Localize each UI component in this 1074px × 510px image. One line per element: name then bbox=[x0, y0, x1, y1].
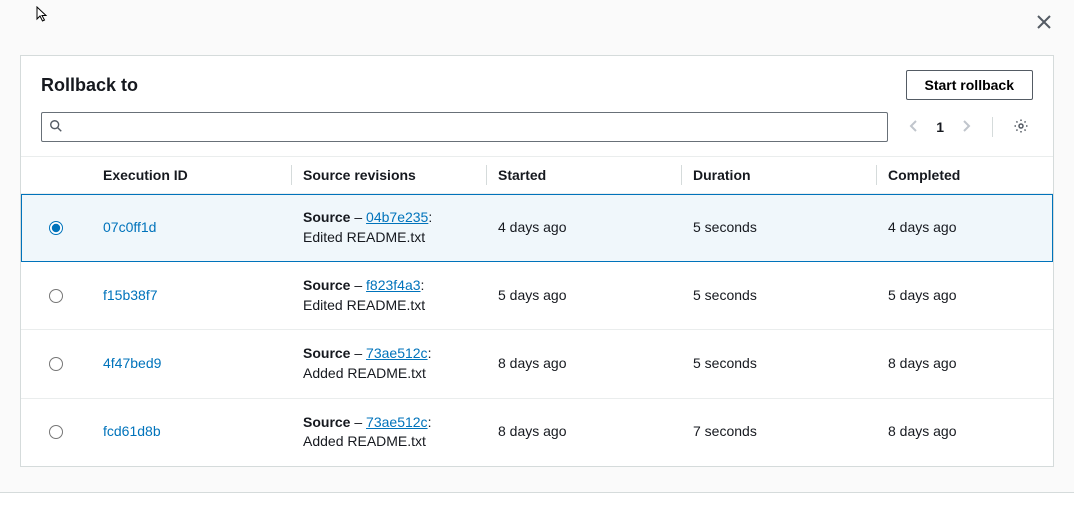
duration-cell: 5 seconds bbox=[681, 272, 876, 320]
page-number: 1 bbox=[936, 119, 944, 135]
completed-cell: 8 days ago bbox=[876, 340, 1053, 388]
table-row[interactable]: fcd61d8b Source – 73ae512c: Added README… bbox=[21, 399, 1053, 466]
col-duration[interactable]: Duration bbox=[681, 157, 876, 193]
gear-icon bbox=[1013, 118, 1029, 134]
col-completed[interactable]: Completed bbox=[876, 157, 1053, 193]
revision-link[interactable]: 04b7e235 bbox=[366, 209, 428, 225]
revision-link[interactable]: 73ae512c bbox=[366, 414, 428, 430]
rollback-panel: Rollback to Start rollback 1 bbox=[20, 55, 1054, 467]
execution-id-link[interactable]: 4f47bed9 bbox=[103, 355, 161, 371]
executions-table: Execution ID Source revisions Started Du… bbox=[21, 156, 1053, 466]
close-icon bbox=[1036, 14, 1052, 30]
col-source-revisions[interactable]: Source revisions bbox=[291, 157, 486, 193]
revision-message: Edited README.txt bbox=[303, 297, 425, 313]
close-button[interactable] bbox=[1032, 10, 1056, 37]
settings-button[interactable] bbox=[1009, 114, 1033, 141]
duration-cell: 7 seconds bbox=[681, 408, 876, 456]
started-cell: 8 days ago bbox=[486, 340, 681, 388]
revision-link[interactable]: 73ae512c bbox=[366, 345, 428, 361]
source-label: Source bbox=[303, 209, 350, 225]
rollback-modal: Rollback to Start rollback 1 bbox=[0, 0, 1074, 493]
chevron-right-icon bbox=[960, 120, 972, 132]
select-radio[interactable] bbox=[49, 289, 63, 303]
execution-id-link[interactable]: 07c0ff1d bbox=[103, 219, 156, 235]
revision-message: Edited README.txt bbox=[303, 229, 425, 245]
source-label: Source bbox=[303, 277, 350, 293]
prev-page-button[interactable] bbox=[904, 116, 924, 139]
revision-message: Added README.txt bbox=[303, 433, 426, 449]
execution-id-link[interactable]: fcd61d8b bbox=[103, 423, 161, 439]
select-radio[interactable] bbox=[49, 425, 63, 439]
chevron-left-icon bbox=[908, 120, 920, 132]
completed-cell: 8 days ago bbox=[876, 408, 1053, 456]
table-row[interactable]: 4f47bed9 Source – 73ae512c: Added README… bbox=[21, 330, 1053, 398]
panel-title: Rollback to bbox=[41, 75, 138, 96]
duration-cell: 5 seconds bbox=[681, 204, 876, 252]
started-cell: 4 days ago bbox=[486, 204, 681, 252]
completed-cell: 4 days ago bbox=[876, 204, 1053, 252]
table-row[interactable]: 07c0ff1d Source – 04b7e235: Edited READM… bbox=[21, 194, 1053, 262]
completed-cell: 5 days ago bbox=[876, 272, 1053, 320]
execution-id-link[interactable]: f15b38f7 bbox=[103, 287, 158, 303]
col-started[interactable]: Started bbox=[486, 157, 681, 193]
col-execution-id[interactable]: Execution ID bbox=[91, 157, 291, 193]
table-row[interactable]: f15b38f7 Source – f823f4a3: Edited READM… bbox=[21, 262, 1053, 330]
source-label: Source bbox=[303, 345, 350, 361]
revision-message: Added README.txt bbox=[303, 365, 426, 381]
source-label: Source bbox=[303, 414, 350, 430]
started-cell: 5 days ago bbox=[486, 272, 681, 320]
search-input[interactable] bbox=[41, 112, 888, 142]
next-page-button[interactable] bbox=[956, 116, 976, 139]
start-rollback-button[interactable]: Start rollback bbox=[906, 70, 1033, 100]
toolbar-divider bbox=[992, 117, 993, 137]
pagination: 1 bbox=[904, 116, 976, 139]
select-radio[interactable] bbox=[49, 357, 63, 371]
revision-link[interactable]: f823f4a3 bbox=[366, 277, 421, 293]
duration-cell: 5 seconds bbox=[681, 340, 876, 388]
table-header: Execution ID Source revisions Started Du… bbox=[21, 157, 1053, 194]
select-radio[interactable] bbox=[49, 221, 63, 235]
started-cell: 8 days ago bbox=[486, 408, 681, 456]
